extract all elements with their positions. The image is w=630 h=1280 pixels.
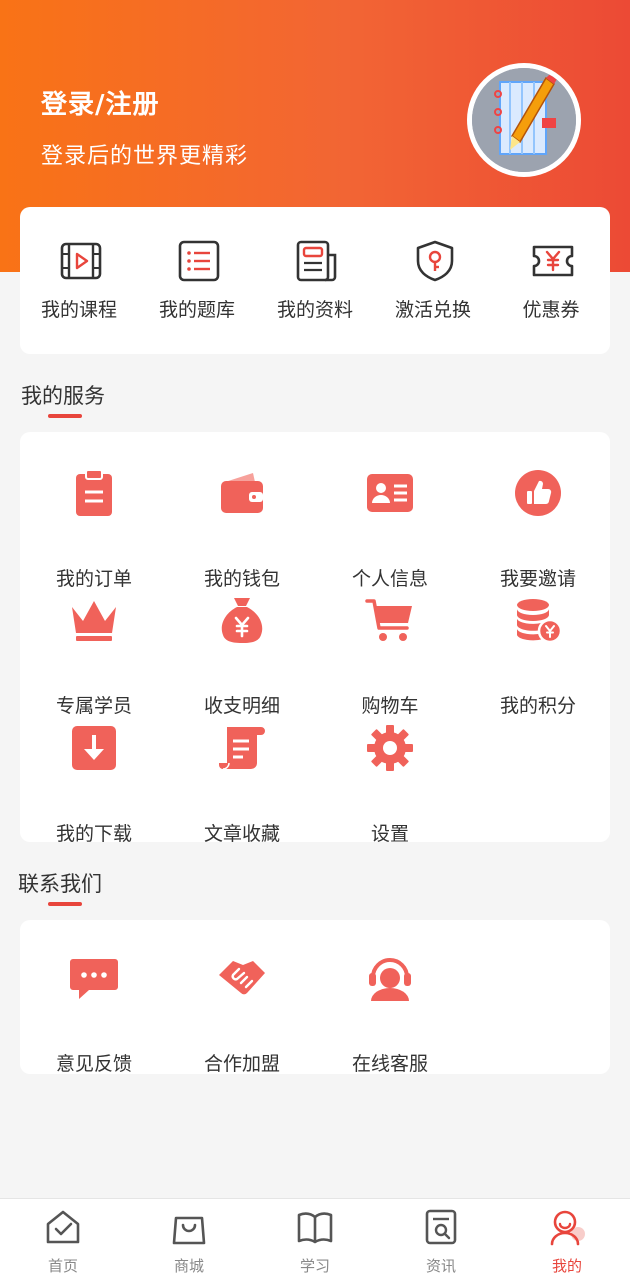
service-label: 购物车 [361, 695, 419, 717]
service-shopping-cart[interactable]: 购物车 [316, 595, 464, 717]
tab-study[interactable]: 学习 [252, 1199, 378, 1280]
download-icon [72, 726, 116, 770]
contact-partnership[interactable]: 合作加盟 [168, 953, 316, 1075]
service-my-downloads[interactable]: 我的下载 [20, 723, 168, 845]
contact-feedback[interactable]: 意见反馈 [20, 953, 168, 1075]
contact-label: 在线客服 [351, 1053, 428, 1075]
quick-label: 优惠券 [522, 299, 580, 321]
service-label: 我的订单 [55, 568, 132, 590]
profile-icon [550, 1210, 585, 1246]
quick-label: 我的资料 [276, 299, 353, 321]
news-icon [425, 1209, 457, 1245]
section-underline [48, 902, 82, 906]
tab-label: 资讯 [425, 1257, 456, 1275]
service-invite[interactable]: 我要邀请 [464, 468, 612, 590]
tab-mall[interactable]: 商城 [126, 1199, 252, 1280]
money-bag-icon [221, 598, 263, 643]
tab-label: 首页 [47, 1257, 78, 1275]
coupon-icon [532, 245, 574, 277]
service-settings[interactable]: 设置 [316, 723, 464, 845]
tab-mine[interactable]: 我的 [504, 1199, 630, 1280]
crown-icon [72, 601, 116, 641]
services-card: 我的订单 我的钱包 个人信息 我要邀请 专属学员 收支明细 购物车 我的积分 我… [20, 432, 612, 845]
service-personal-info[interactable]: 个人信息 [316, 468, 464, 590]
tab-home[interactable]: 首页 [0, 1199, 126, 1280]
service-label: 收支明细 [203, 695, 280, 717]
service-exclusive-student[interactable]: 专属学员 [20, 595, 168, 717]
quick-activate-redeem[interactable]: 激活兑换 [374, 207, 492, 354]
cart-icon [365, 599, 412, 641]
section-underline [48, 414, 82, 418]
service-my-wallet[interactable]: 我的钱包 [168, 468, 316, 590]
service-my-orders[interactable]: 我的订单 [20, 468, 168, 590]
coins-icon [517, 599, 563, 644]
quick-label: 我的题库 [158, 299, 235, 321]
scroll-icon [219, 727, 265, 770]
notebook-pencil-icon [472, 68, 576, 172]
service-label: 我的钱包 [203, 568, 280, 590]
login-register-link[interactable]: 登录/注册 [41, 84, 160, 121]
quick-my-question-bank[interactable]: 我的题库 [138, 207, 256, 354]
quick-coupons[interactable]: 优惠券 [492, 207, 610, 354]
service-label: 设置 [370, 823, 409, 845]
handshake-icon [219, 961, 265, 995]
gear-icon [367, 725, 413, 771]
quick-label: 激活兑换 [394, 299, 471, 321]
video-course-icon [60, 242, 102, 280]
question-list-icon [178, 240, 220, 282]
headset-icon [369, 958, 411, 1001]
shopping-bag-icon [172, 1216, 206, 1245]
contact-section-title: 联系我们 [18, 872, 102, 896]
tab-label: 我的 [551, 1257, 582, 1275]
service-label: 文章收藏 [203, 823, 280, 845]
quick-my-courses[interactable]: 我的课程 [20, 207, 138, 354]
service-income-expense[interactable]: 收支明细 [168, 595, 316, 717]
chat-bubble-icon [70, 959, 118, 999]
thumbs-up-icon [515, 470, 561, 516]
quick-label: 我的课程 [40, 299, 117, 321]
service-label: 我的积分 [499, 695, 576, 717]
services-section-title: 我的服务 [21, 384, 105, 408]
wallet-icon [221, 473, 263, 513]
contact-label: 意见反馈 [55, 1053, 132, 1075]
service-label: 我的下载 [55, 823, 132, 845]
service-my-points[interactable]: 我的积分 [464, 595, 612, 717]
book-icon [297, 1212, 333, 1244]
service-article-favorites[interactable]: 文章收藏 [168, 723, 316, 845]
contact-online-service[interactable]: 在线客服 [316, 953, 464, 1075]
id-card-icon [367, 474, 413, 512]
contact-card: 意见反馈 合作加盟 在线客服 [20, 920, 610, 1075]
bottom-tab-bar: 首页 商城 学习 资讯 我的 [0, 1198, 630, 1280]
service-label: 专属学员 [55, 695, 132, 717]
shield-key-icon [416, 240, 454, 282]
tab-label: 商城 [173, 1257, 204, 1275]
home-icon [46, 1210, 80, 1244]
clipboard-icon [76, 469, 112, 516]
document-icon [296, 240, 337, 282]
quick-my-materials[interactable]: 我的资料 [256, 207, 374, 354]
quick-links-card: 我的课程 我的题库 我的资料 激活兑换 优惠券 [20, 207, 610, 354]
tab-label: 学习 [299, 1257, 330, 1275]
login-subtitle: 登录后的世界更精彩 [41, 144, 249, 169]
contact-label: 合作加盟 [203, 1053, 280, 1075]
avatar[interactable] [467, 63, 581, 177]
service-label: 个人信息 [351, 568, 428, 590]
tab-news[interactable]: 资讯 [378, 1199, 504, 1280]
service-label: 我要邀请 [499, 568, 576, 590]
